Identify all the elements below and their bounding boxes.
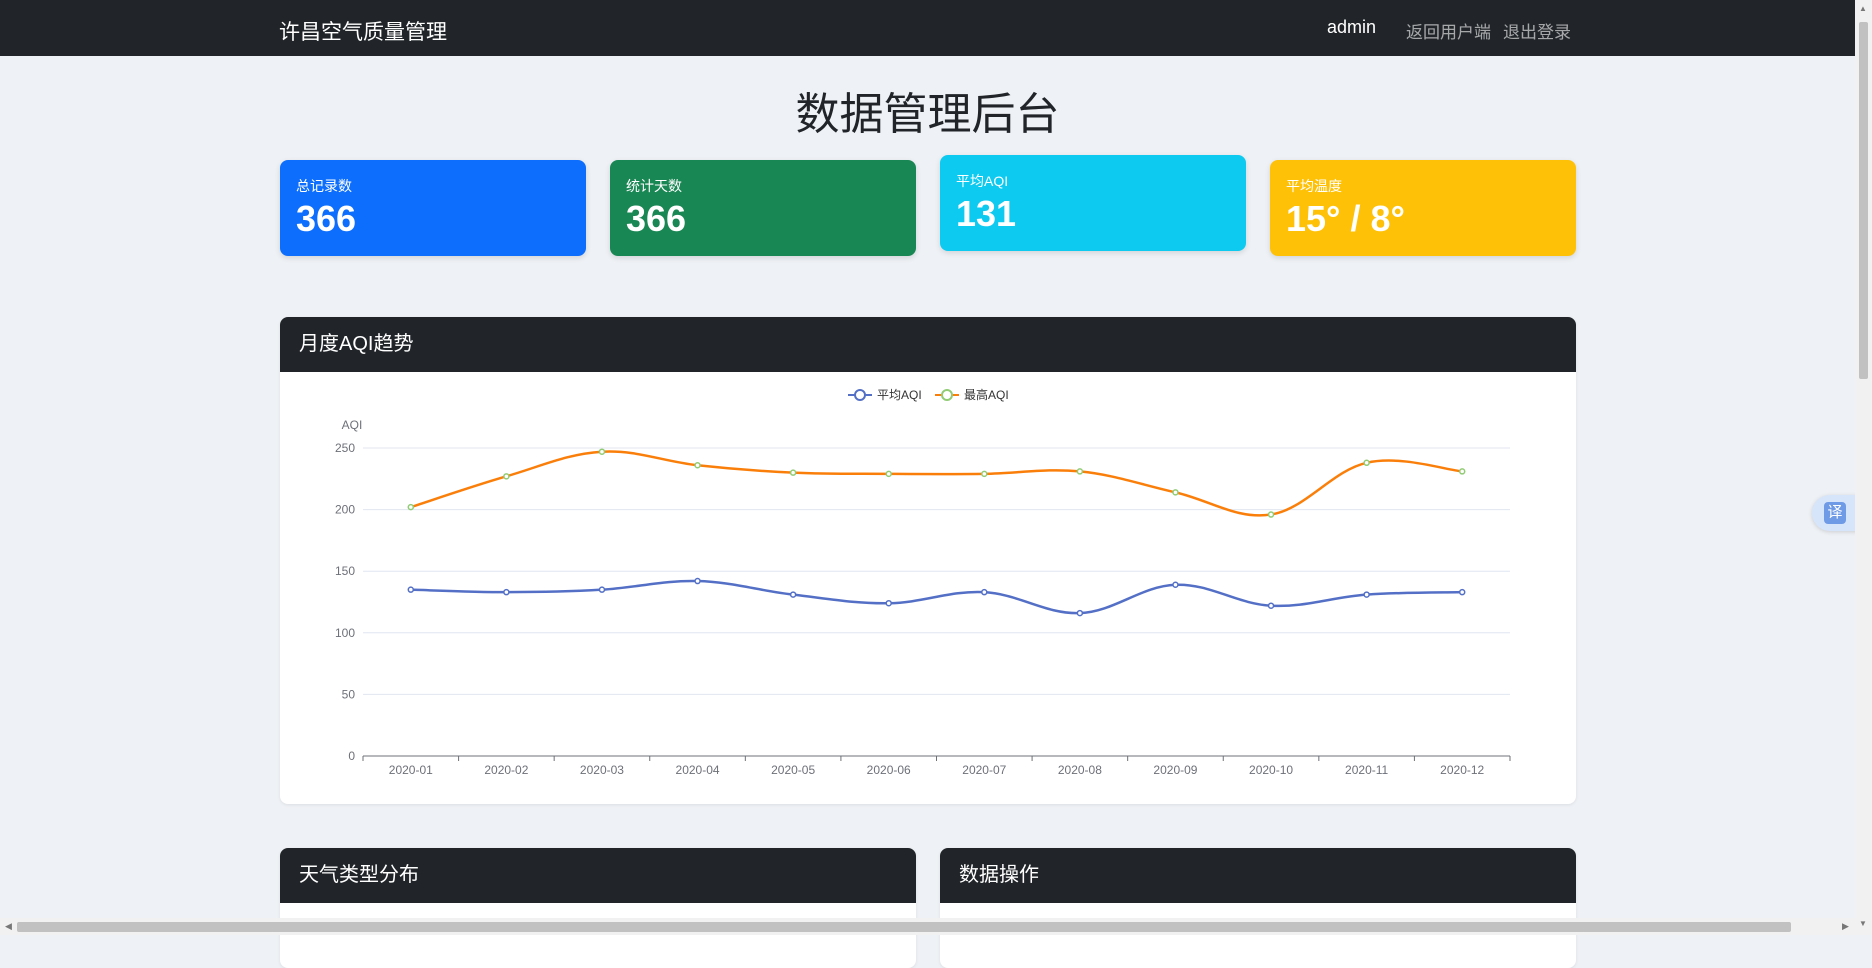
stat-label: 平均温度 xyxy=(1286,178,1342,194)
stat-label: 统计天数 xyxy=(626,178,682,194)
x-tick-label: 2020-01 xyxy=(389,763,433,777)
data-point xyxy=(1172,581,1179,589)
scroll-down-arrow-icon[interactable]: ▼ xyxy=(1859,919,1867,928)
stat-card-average-aqi[interactable]: 平均AQI 131 xyxy=(940,155,1246,251)
data-point xyxy=(598,586,606,593)
stat-value: 131 xyxy=(956,193,1017,234)
scroll-right-arrow-icon[interactable]: ▶ xyxy=(1842,921,1849,932)
data-point xyxy=(789,591,797,598)
legend-label: 最高AQI xyxy=(964,387,1009,402)
series-line-1 xyxy=(410,579,1463,615)
weather-type-distribution-panel: 天气类型分布 xyxy=(280,848,916,968)
data-point xyxy=(1267,602,1275,609)
vertical-scrollbar[interactable]: ▲ ▼ xyxy=(1855,0,1872,935)
aqi-trend-chart[interactable]: 0 50 100 150 200 250 2020-01 2020-02 2020-03 2020… xyxy=(280,317,1576,804)
y-tick-label: 150 xyxy=(335,564,355,578)
data-point xyxy=(1363,459,1370,467)
stat-card-average-temperature: 平均温度 15° / 8° xyxy=(1270,160,1576,256)
back-to-user-link[interactable]: 返回用户端 xyxy=(1406,18,1491,43)
vertical-scroll-thumb[interactable] xyxy=(1859,22,1868,379)
scroll-up-arrow-icon[interactable]: ▲ xyxy=(1859,4,1867,13)
y-tick-label: 50 xyxy=(342,687,356,701)
stat-value: 366 xyxy=(296,198,357,239)
series-line-2 xyxy=(410,450,1463,517)
y-tick-label: 200 xyxy=(335,503,355,517)
x-tick-label: 2020-09 xyxy=(1153,763,1197,777)
x-tick-label: 2020-02 xyxy=(484,763,528,777)
data-point xyxy=(789,469,797,476)
data-point xyxy=(1363,591,1370,598)
x-tick-label: 2020-10 xyxy=(1249,763,1293,777)
stat-value: 366 xyxy=(626,198,687,239)
logout-link[interactable]: 退出登录 xyxy=(1503,18,1571,43)
legend-marker-icon xyxy=(941,389,953,401)
data-point xyxy=(1076,609,1084,617)
top-navbar: 许昌空气质量管理 admin 返回用户端 退出登录 xyxy=(0,0,1855,56)
x-tick-label: 2020-06 xyxy=(867,763,911,777)
data-point xyxy=(598,448,606,455)
translate-icon: 译 xyxy=(1824,502,1846,524)
stat-card-stat-days: 统计天数 366 xyxy=(610,160,916,256)
y-axis-title: AQI xyxy=(342,418,363,432)
scroll-left-arrow-icon[interactable]: ◀ xyxy=(5,921,12,932)
x-tick-label: 2020-04 xyxy=(676,763,720,777)
y-tick-label: 100 xyxy=(335,626,355,640)
monthly-aqi-trend-panel: 月度AQI趋势 0 50 100 150 200 250 2020-01 2020-02 202… xyxy=(280,317,1576,804)
brand-title[interactable]: 许昌空气质量管理 xyxy=(279,16,447,46)
x-tick-label: 2020-08 xyxy=(1058,763,1102,777)
x-tick-label: 2020-07 xyxy=(962,763,1006,777)
y-tick-label: 0 xyxy=(348,749,355,763)
translate-button[interactable]: 译 xyxy=(1812,495,1858,531)
data-point xyxy=(885,470,892,478)
data-operations-panel: 数据操作 xyxy=(940,848,1576,968)
stat-card-total-records: 总记录数 366 xyxy=(280,160,586,256)
y-tick-label: 250 xyxy=(335,441,355,455)
legend-marker-icon xyxy=(854,389,866,401)
data-point xyxy=(1076,468,1084,475)
data-point xyxy=(1172,489,1179,496)
stat-value: 15° / 8° xyxy=(1286,198,1405,239)
data-point xyxy=(503,588,510,596)
stat-label: 平均AQI xyxy=(956,173,1009,189)
horizontal-scrollbar[interactable]: ◀ ▶ xyxy=(0,918,1855,935)
legend-label: 平均AQI xyxy=(877,388,922,402)
panel-title: 数据操作 xyxy=(940,848,1576,903)
x-tick-label: 2020-12 xyxy=(1440,763,1484,777)
x-tick-label: 2020-05 xyxy=(771,763,815,777)
x-tick-label: 2020-11 xyxy=(1345,763,1388,777)
data-point xyxy=(885,599,892,607)
data-point xyxy=(981,470,988,478)
data-point xyxy=(694,577,701,585)
data-point xyxy=(407,586,415,593)
data-point xyxy=(981,588,988,596)
x-tick-label: 2020-03 xyxy=(580,763,624,777)
user-name: admin xyxy=(1327,17,1377,37)
data-point xyxy=(694,461,701,469)
data-point xyxy=(503,473,510,480)
data-point xyxy=(1458,588,1466,596)
page-title: 数据管理后台 xyxy=(795,90,1060,139)
stat-label: 总记录数 xyxy=(296,178,352,194)
data-point xyxy=(1267,511,1275,518)
data-point xyxy=(1458,468,1466,475)
horizontal-scroll-thumb[interactable] xyxy=(17,922,1791,932)
data-point xyxy=(407,503,415,511)
panel-title: 天气类型分布 xyxy=(280,848,916,903)
